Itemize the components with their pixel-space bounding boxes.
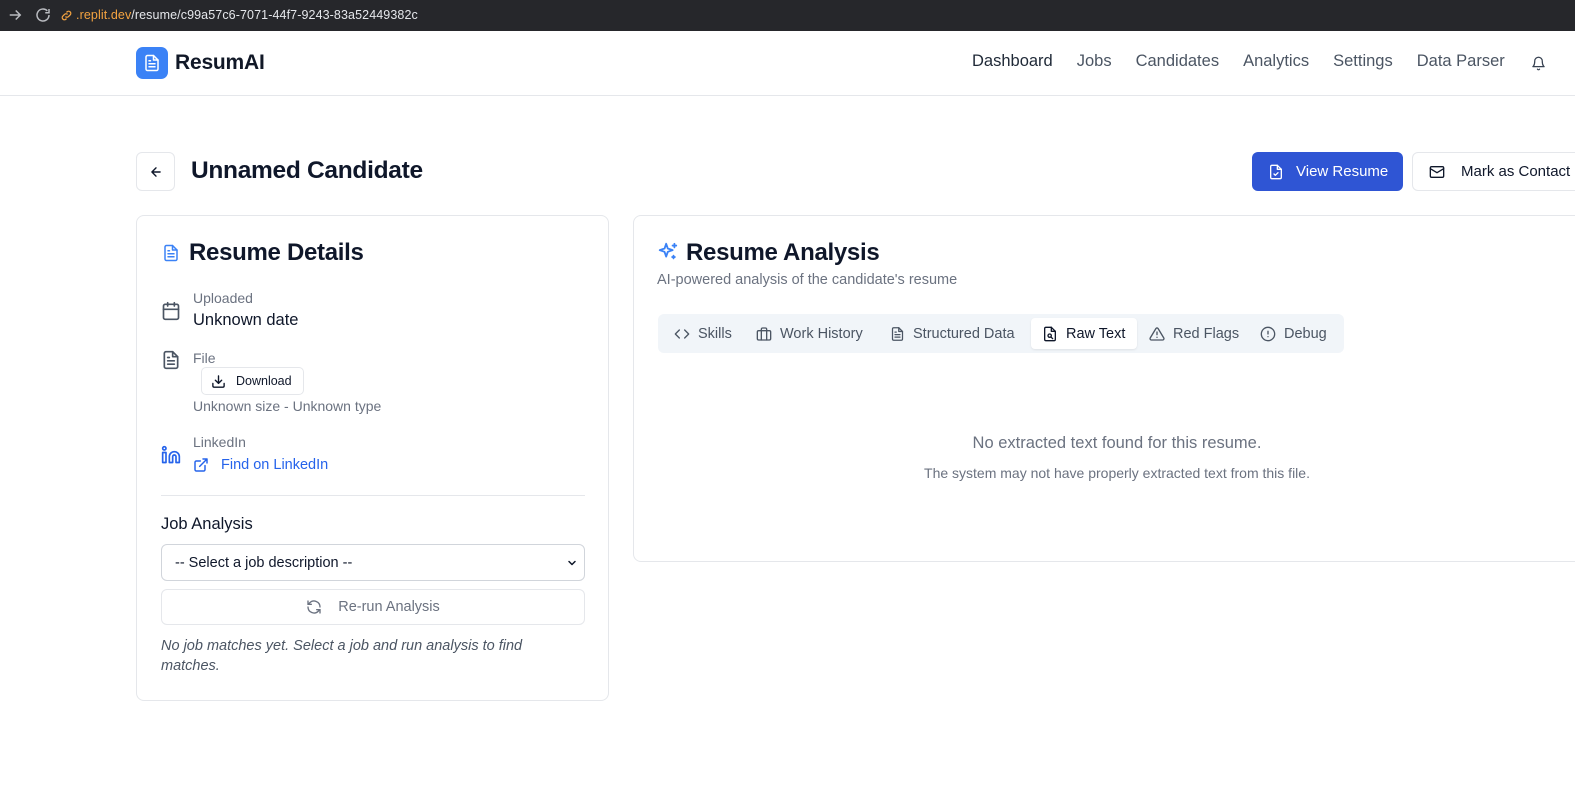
link-icon: [61, 10, 72, 20]
view-resume-label: View Resume: [1296, 163, 1389, 180]
tab-structured-data[interactable]: Structured Data: [890, 318, 1015, 349]
url-host: .replit.dev: [76, 8, 132, 22]
sparkles-icon: [658, 242, 678, 260]
analysis-tabs: Skills Work History Structured Data Raw …: [658, 314, 1344, 353]
tab-skills[interactable]: Skills: [674, 318, 732, 349]
linkedin-label: LinkedIn: [193, 434, 246, 450]
logo[interactable]: [136, 47, 168, 79]
tab-work-history-label: Work History: [780, 325, 863, 342]
rerun-analysis-label: Re-run Analysis: [338, 599, 440, 615]
code-icon: [674, 328, 690, 339]
mark-contacted-label: Mark as Contact: [1461, 163, 1571, 180]
main-nav: Dashboard Jobs Candidates Analytics Sett…: [972, 52, 1529, 71]
uploaded-value: Unknown date: [193, 311, 299, 329]
find-on-linkedin-link[interactable]: Find on LinkedIn: [221, 457, 328, 473]
nav-settings[interactable]: Settings: [1333, 52, 1393, 71]
url-path: /resume/c99a57c6-7071-44f7-9243-83a52449…: [131, 8, 418, 22]
url-field[interactable]: .replit.dev/resume/c99a57c6-7071-44f7-92…: [60, 5, 418, 25]
divider: [161, 495, 585, 496]
linkedin-icon: [161, 445, 181, 464]
arrow-left-icon: [150, 166, 161, 177]
view-resume-button[interactable]: View Resume: [1252, 152, 1403, 191]
forward-arrow-icon[interactable]: [6, 6, 24, 24]
document-icon: [891, 326, 904, 341]
tab-raw-text-label: Raw Text: [1066, 325, 1126, 342]
document-icon: [145, 54, 159, 72]
download-icon: [212, 374, 225, 388]
tab-structured-data-label: Structured Data: [913, 325, 1015, 342]
rerun-analysis-button[interactable]: Re-run Analysis: [161, 589, 585, 625]
file-icon: [1270, 164, 1282, 179]
nav-dashboard[interactable]: Dashboard: [972, 52, 1053, 71]
nav-jobs[interactable]: Jobs: [1077, 52, 1112, 71]
job-description-select[interactable]: -- Select a job description --: [161, 544, 585, 581]
tab-work-history[interactable]: Work History: [756, 318, 863, 349]
tab-skills-label: Skills: [698, 325, 732, 342]
page-title: Unnamed Candidate: [191, 157, 423, 184]
no-matches-note: No job matches yet. Select a job and run…: [161, 638, 523, 674]
resume-details-title: Resume Details: [189, 239, 364, 266]
resume-analysis-subtitle: AI-powered analysis of the candidate's r…: [657, 272, 958, 288]
resume-analysis-title: Resume Analysis: [686, 239, 880, 266]
app-header: ResumAI Dashboard Jobs Candidates Analyt…: [0, 31, 1575, 96]
document-icon: [164, 244, 178, 262]
resume-analysis-card: Resume Analysis AI-powered analysis of t…: [633, 215, 1575, 562]
refresh-icon: [307, 600, 321, 614]
job-select-value: -- Select a job description --: [175, 554, 353, 571]
download-button[interactable]: Download: [201, 367, 304, 395]
file-icon: [163, 350, 179, 370]
file-search-icon: [1044, 326, 1056, 341]
download-label: Download: [236, 374, 292, 388]
alert-triangle-icon: [1149, 326, 1165, 341]
tab-red-flags[interactable]: Red Flags: [1149, 318, 1239, 349]
nav-analytics[interactable]: Analytics: [1243, 52, 1309, 71]
empty-state-title: No extracted text found for this resume.: [972, 434, 1262, 452]
external-link-icon: [194, 458, 208, 472]
bell-icon[interactable]: [1531, 56, 1546, 71]
chevron-down-icon: [568, 560, 576, 566]
briefcase-icon: [756, 326, 772, 341]
empty-state-subtitle: The system may not have properly extract…: [924, 465, 1310, 481]
back-button[interactable]: [136, 152, 175, 191]
alert-circle-icon: [1260, 326, 1276, 341]
mark-contacted-button[interactable]: Mark as Contact: [1412, 152, 1575, 191]
tab-debug-label: Debug: [1284, 325, 1327, 342]
nav-data-parser[interactable]: Data Parser: [1417, 52, 1505, 71]
mail-icon: [1429, 165, 1445, 178]
file-meta: Unknown size - Unknown type: [193, 398, 382, 414]
tab-raw-text[interactable]: Raw Text: [1031, 318, 1137, 349]
brand-name[interactable]: ResumAI: [175, 51, 265, 75]
tab-red-flags-label: Red Flags: [1173, 325, 1240, 342]
job-analysis-title: Job Analysis: [161, 515, 253, 533]
calendar-icon: [162, 301, 180, 321]
tab-debug[interactable]: Debug: [1260, 318, 1327, 349]
browser-address-bar: .replit.dev/resume/c99a57c6-7071-44f7-92…: [0, 0, 1575, 31]
uploaded-label: Uploaded: [193, 290, 253, 306]
reload-icon[interactable]: [34, 6, 52, 24]
file-label: File: [193, 350, 216, 366]
nav-candidates[interactable]: Candidates: [1136, 52, 1219, 71]
resume-details-card: Resume Details Uploaded Unknown date Fil…: [136, 215, 609, 701]
